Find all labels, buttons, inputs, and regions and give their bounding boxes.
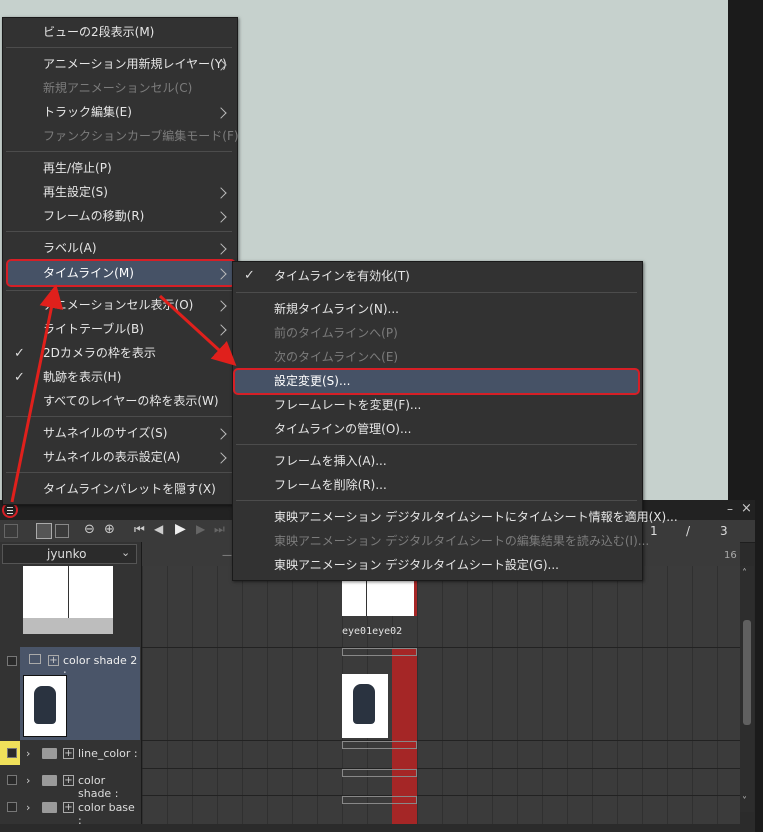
annotation-arrows — [10, 284, 237, 503]
annotation-arrow-to-settings — [158, 294, 237, 367]
annotation-arrow-to-timeline — [10, 284, 64, 503]
